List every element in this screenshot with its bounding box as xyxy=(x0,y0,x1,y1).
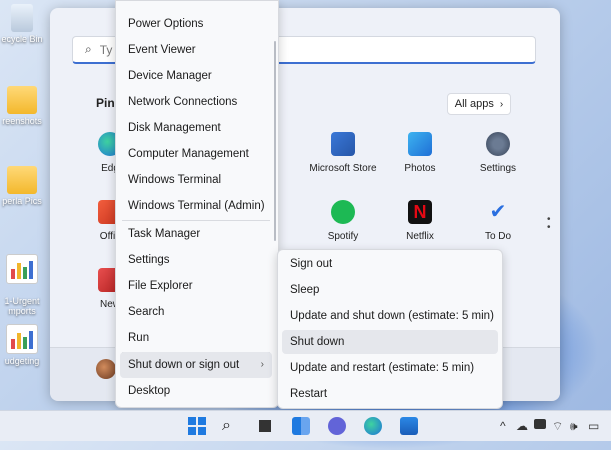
chevron-right-icon: › xyxy=(260,359,264,370)
desktop-icon-recycle-bin[interactable]: ecycle Bin xyxy=(0,4,44,44)
desktop-icon-budgeting[interactable]: udgeting xyxy=(0,324,44,366)
pinned-app-netflix[interactable]: N Netflix xyxy=(382,200,458,242)
menu-item-desktop[interactable]: Desktop xyxy=(116,378,276,404)
cloud-icon[interactable]: ☁ xyxy=(516,419,528,433)
app-label: To Do xyxy=(484,231,512,242)
menu-item-settings[interactable]: Settings xyxy=(116,247,276,273)
menu-item-shut-down-or-sign-out[interactable]: Shut down or sign out › xyxy=(120,352,272,378)
page-dots-icon[interactable]: • • xyxy=(547,215,551,233)
pinned-app-spotify[interactable]: Spotify xyxy=(305,200,381,242)
app-label: Photos xyxy=(404,163,436,174)
menu-item-windows-terminal-admin[interactable]: Windows Terminal (Admin) xyxy=(116,193,276,219)
folder-icon xyxy=(7,86,37,114)
mail-icon[interactable] xyxy=(400,417,418,435)
widgets-icon[interactable] xyxy=(292,417,310,435)
volume-icon[interactable]: 🕪 xyxy=(570,419,578,434)
submenu-item-shut-down[interactable]: Shut down xyxy=(282,330,498,354)
submenu-item-sign-out[interactable]: Sign out xyxy=(282,252,498,276)
app-label: Netflix xyxy=(406,231,434,242)
submenu-item-update-and-shut-down[interactable]: Update and shut down (estimate: 5 min) xyxy=(282,304,498,328)
desktop-icon-urgent-imports[interactable]: 1-Urgent mports xyxy=(0,244,44,316)
menu-item-search[interactable]: Search xyxy=(116,299,276,325)
submenu-item-restart[interactable]: Restart xyxy=(282,382,498,406)
netflix-icon: N xyxy=(408,200,432,224)
desktop-icon-label: udgeting xyxy=(4,356,40,366)
gear-icon xyxy=(486,132,510,156)
app-label: Settings xyxy=(479,163,517,174)
battery-icon[interactable]: ▭ xyxy=(588,419,599,433)
app-label: Microsoft Store xyxy=(309,163,377,174)
menu-item-computer-management[interactable]: Computer Management xyxy=(116,141,276,167)
desktop-icon-label: reenshots xyxy=(2,116,42,126)
chat-icon[interactable] xyxy=(328,417,346,435)
menu-item-run[interactable]: Run xyxy=(116,325,276,351)
checkmark-icon: ✔ xyxy=(489,201,507,223)
menu-item-task-manager[interactable]: Task Manager xyxy=(116,221,276,247)
search-icon: ⌕ xyxy=(85,42,92,56)
power-user-menu: Power Options Event Viewer Device Manage… xyxy=(115,0,279,408)
menu-item-windows-terminal[interactable]: Windows Terminal xyxy=(116,167,276,193)
all-apps-label: All apps xyxy=(454,98,494,110)
chart-file-icon xyxy=(6,254,38,284)
menu-item-disk-management[interactable]: Disk Management xyxy=(116,115,276,141)
desktop-icon-perla-pics[interactable]: perla Pics xyxy=(0,166,44,206)
chart-file-icon xyxy=(6,324,38,354)
menu-item-event-viewer[interactable]: Event Viewer xyxy=(116,37,276,63)
shutdown-submenu: Sign out Sleep Update and shut down (est… xyxy=(277,249,503,409)
search-placeholder: Ty xyxy=(99,42,113,57)
chevron-right-icon: › xyxy=(499,98,504,110)
desktop-icon-label: perla Pics xyxy=(2,196,42,206)
submenu-item-update-and-restart[interactable]: Update and restart (estimate: 5 min) xyxy=(282,356,498,380)
menu-item-device-manager[interactable]: Device Manager xyxy=(116,63,276,89)
desktop-icon-label: 1-Urgent mports xyxy=(4,296,40,316)
monitor-icon[interactable] xyxy=(534,419,546,429)
menu-item-power-options[interactable]: Power Options xyxy=(116,11,276,37)
task-view-icon[interactable] xyxy=(256,417,274,435)
menu-item-network-connections[interactable]: Network Connections xyxy=(116,89,276,115)
submenu-item-sleep[interactable]: Sleep xyxy=(282,278,498,302)
pinned-app-settings[interactable]: Settings xyxy=(460,132,536,174)
wifi-icon[interactable]: ⌔ xyxy=(552,419,563,434)
all-apps-button[interactable]: All apps › xyxy=(447,93,511,115)
pinned-app-photos[interactable]: Photos xyxy=(382,132,458,174)
spotify-icon xyxy=(331,200,355,224)
app-label: Spotify xyxy=(327,231,359,242)
menu-item-label: Shut down or sign out xyxy=(128,359,240,371)
taskbar: ⌕ ^ ☁ ⌔ 🕪 ▭ xyxy=(0,410,611,441)
store-icon xyxy=(331,132,355,156)
desktop-icon-screenshots[interactable]: reenshots xyxy=(0,86,44,126)
recycle-bin-icon xyxy=(11,4,33,32)
avatar[interactable] xyxy=(96,359,116,379)
windows-icon[interactable] xyxy=(188,417,206,435)
pinned-app-microsoft-store[interactable]: Microsoft Store xyxy=(305,132,381,174)
desktop-icon-label: ecycle Bin xyxy=(1,34,43,44)
tray-chevron-icon[interactable]: ^ xyxy=(500,419,506,433)
search-icon[interactable]: ⌕ xyxy=(222,417,240,435)
edge-icon[interactable] xyxy=(364,417,382,435)
menu-item-file-explorer[interactable]: File Explorer xyxy=(116,273,276,299)
photos-icon xyxy=(408,132,432,156)
folder-icon xyxy=(7,166,37,194)
pinned-app-todo[interactable]: ✔ To Do xyxy=(460,200,536,242)
